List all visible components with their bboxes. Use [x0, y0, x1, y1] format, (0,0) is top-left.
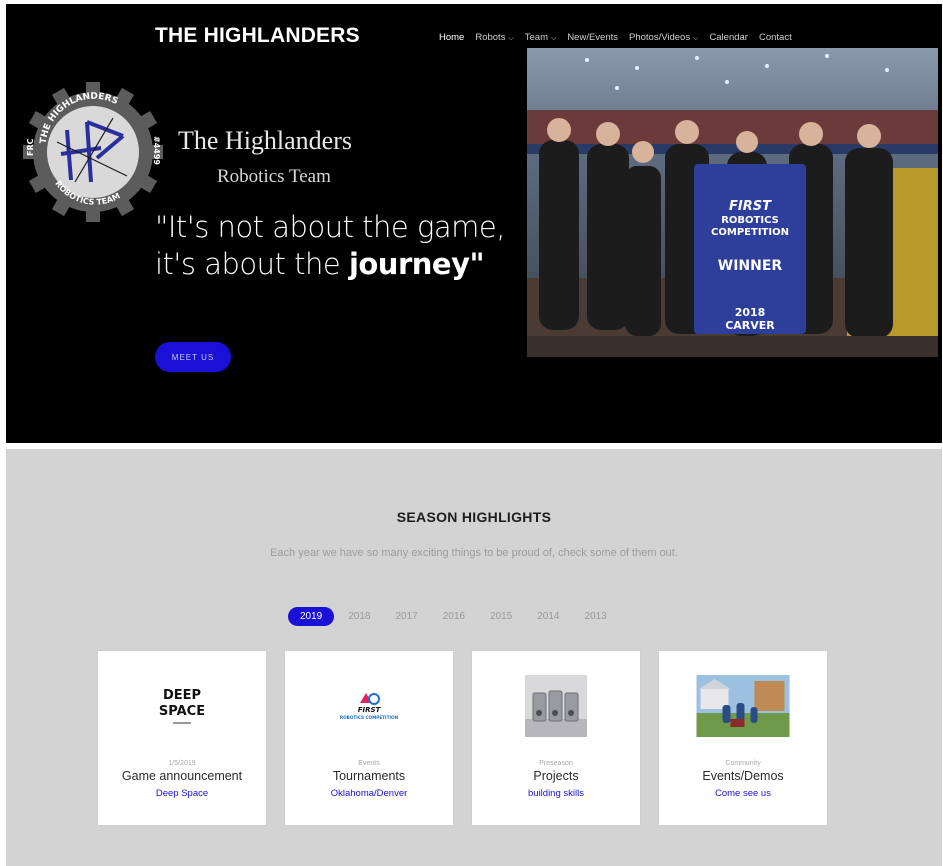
- highlight-card[interactable]: Preseason Projects building skills: [472, 651, 640, 825]
- season-highlights-section: SEASON HIGHLIGHTS Each year we have so m…: [6, 449, 942, 866]
- card-title: Game announcement: [121, 769, 243, 783]
- nav-calendar-label: Calendar: [709, 32, 748, 43]
- parts-photo: [525, 675, 587, 742]
- nav-contact-label: Contact: [758, 32, 792, 43]
- deep-space-logo-bottom: SPACE: [159, 704, 205, 719]
- nav-robots[interactable]: Robots ⌵: [475, 32, 513, 43]
- banner-line-year: 2018: [735, 306, 766, 319]
- card-meta: Community: [725, 760, 761, 767]
- banner-line-robotics: ROBOTICS: [721, 215, 779, 226]
- year-tabs: 2019 2018 2017 2016 2015 2014 2013: [288, 607, 632, 626]
- site-brand[interactable]: THE HIGHLANDERS: [155, 24, 360, 48]
- deep-space-logo-top: DEEP: [163, 688, 201, 703]
- banner-line-division: CARVER: [725, 319, 775, 332]
- nav-robots-label: Robots: [475, 32, 506, 43]
- card-link[interactable]: Oklahoma/Denver: [285, 788, 453, 799]
- logo-left-text: FRC: [26, 138, 35, 156]
- section-title: SEASON HIGHLIGHTS: [396, 509, 552, 525]
- tab-2015[interactable]: 2015: [490, 611, 512, 622]
- quote-line-2-text: it's about the: [155, 247, 349, 281]
- nav-photos-videos-label: Photos/Videos: [629, 32, 691, 43]
- banner-line-competition: COMPETITION: [711, 227, 789, 238]
- card-title: Tournaments: [332, 769, 406, 783]
- card-title: Events/Demos: [702, 769, 784, 783]
- nav-home-label: Home: [439, 32, 465, 43]
- deep-space-logo: DEEP SPACE: [151, 675, 213, 742]
- first-logo-wordmark: FIRST: [358, 706, 382, 714]
- hero-section: THE HIGHLANDERS Home Robots ⌵ Team ⌵ New/E…: [6, 4, 942, 443]
- demo-photo: [696, 675, 790, 742]
- nav-contact[interactable]: Contact: [759, 32, 792, 43]
- card-meta: Events: [358, 760, 380, 767]
- main-nav: Home Robots ⌵ Team ⌵ New/Events Photos/Vid…: [439, 32, 803, 43]
- nav-photos-videos[interactable]: Photos/Videos ⌵: [629, 32, 698, 43]
- nav-team-label: Team: [524, 32, 548, 43]
- hero-subtitle: Robotics Team: [217, 166, 331, 187]
- tab-2017[interactable]: 2017: [396, 611, 418, 622]
- card-link[interactable]: building skills: [472, 788, 640, 799]
- chevron-down-icon: ⌵: [693, 34, 699, 42]
- hero-quote: "It's not about the game, it's about the…: [155, 209, 505, 283]
- tab-2014[interactable]: 2014: [537, 611, 559, 622]
- team-photo: FIRST ROBOTICS COMPETITION WINNER 2018 C…: [527, 48, 938, 357]
- quote-line-2: it's about the journey": [155, 246, 505, 283]
- chevron-down-icon: ⌵: [508, 34, 514, 42]
- nav-home[interactable]: Home: [439, 32, 464, 43]
- tab-2019[interactable]: 2019: [288, 607, 335, 626]
- first-logo-subtext: ROBOTICS COMPETITION: [340, 715, 399, 720]
- section-description: Each year we have so many exciting thing…: [270, 547, 678, 559]
- highlight-cards: DEEP SPACE 1/5/2019 Game announcement De…: [98, 651, 827, 825]
- tab-2016[interactable]: 2016: [443, 611, 465, 622]
- banner-line-winner: WINNER: [718, 258, 783, 274]
- highlight-card[interactable]: FIRST ROBOTICS COMPETITION Events Tourna…: [285, 651, 453, 825]
- first-robotics-logo: FIRST ROBOTICS COMPETITION: [338, 675, 400, 742]
- card-link[interactable]: Come see us: [659, 788, 827, 799]
- highlight-card[interactable]: DEEP SPACE 1/5/2019 Game announcement De…: [98, 651, 266, 825]
- hero-title: The Highlanders: [178, 126, 353, 155]
- highlight-card[interactable]: Community Events/Demos Come see us: [659, 651, 827, 825]
- card-title: Projects: [533, 769, 579, 783]
- tab-2013[interactable]: 2013: [585, 611, 607, 622]
- card-meta: 1/5/2019: [168, 760, 196, 767]
- nav-new-events-label: New/Events: [567, 32, 618, 43]
- card-meta: Preseason: [539, 760, 573, 767]
- logo-right-text: #4499: [152, 136, 161, 165]
- team-logo: THE HIGHLANDERS FRC #4499 ROBOTICS TEAM: [16, 82, 171, 222]
- meet-us-button[interactable]: MEET US: [155, 342, 231, 372]
- tab-2018[interactable]: 2018: [348, 611, 370, 622]
- quote-emphasis: journey": [348, 247, 485, 281]
- nav-new-events[interactable]: New/Events: [567, 32, 618, 43]
- quote-line-1: "It's not about the game,: [155, 210, 505, 244]
- nav-calendar[interactable]: Calendar: [709, 32, 748, 43]
- nav-team[interactable]: Team ⌵: [525, 32, 557, 43]
- chevron-down-icon: ⌵: [551, 34, 557, 42]
- card-link[interactable]: Deep Space: [98, 788, 266, 799]
- banner-line-first: FIRST: [729, 199, 772, 214]
